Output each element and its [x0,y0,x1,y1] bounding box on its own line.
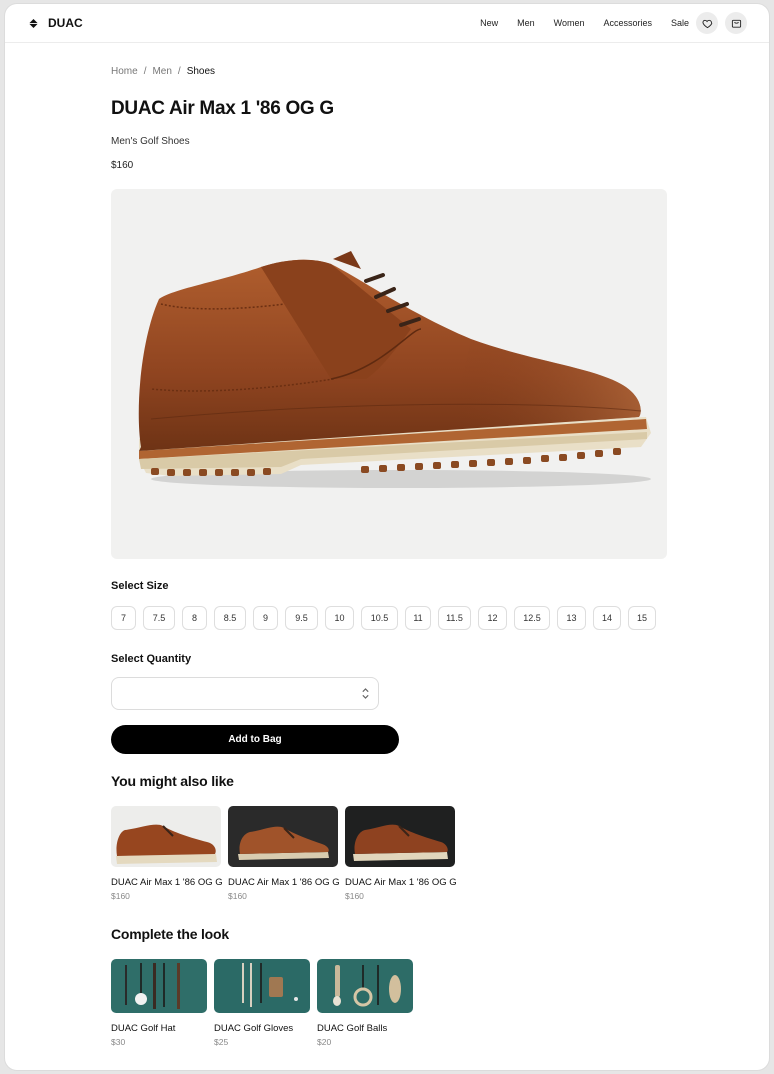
size-option[interactable]: 7.5 [143,606,175,630]
size-option[interactable]: 8.5 [214,606,246,630]
size-option[interactable]: 9.5 [285,606,318,630]
product-hero-image [111,189,667,559]
diamond-logo-icon [29,18,38,28]
size-option[interactable]: 11.5 [438,606,471,630]
breadcrumb: Home / Men / Shoes [111,66,215,77]
size-option[interactable]: 10 [325,606,354,630]
size-option[interactable]: 7 [111,606,136,630]
recommendation-card[interactable]: DUAC Air Max 1 '86 OG G $160 [228,806,340,901]
breadcrumb-home[interactable]: Home [111,66,138,77]
size-option[interactable]: 15 [628,606,656,630]
size-option[interactable]: 8 [182,606,207,630]
accessory-price: $25 [214,1037,229,1047]
accessory-thumbnail [214,959,310,1013]
stepper-arrows-icon[interactable] [361,686,370,701]
select-quantity-label: Select Quantity [111,653,192,665]
product-title: DUAC Air Max 1 '86 OG G [111,98,334,119]
breadcrumb-separator: / [177,66,181,77]
nav-link-women[interactable]: Women [554,18,585,28]
wishlist-button[interactable] [696,12,718,34]
golf-shoe-image [138,251,651,488]
nav-link-accessories[interactable]: Accessories [603,18,652,28]
recommendation-price: $160 [228,891,247,901]
accessory-thumbnail [317,959,413,1013]
accessory-name: DUAC Golf Gloves [214,1023,294,1034]
nav-links: New Men Women Accessories Sale [480,18,689,28]
accessory-price: $20 [317,1037,332,1047]
accessory-name: DUAC Golf Balls [317,1023,388,1034]
size-option[interactable]: 10.5 [361,606,398,630]
nav-link-new[interactable]: New [480,18,498,28]
add-to-bag-button[interactable]: Add to Bag [111,725,399,754]
accessory-name: DUAC Golf Hat [111,1023,176,1034]
product-thumbnail [111,806,221,867]
product-thumbnail [345,806,455,867]
recommendation-name: DUAC Air Max 1 '86 OG G [345,877,457,888]
brand-logo[interactable]: DUAC [29,16,83,30]
bag-button[interactable] [725,12,747,34]
size-option[interactable]: 13 [557,606,586,630]
recommendation-price: $160 [345,891,364,901]
complete-look-heading: Complete the look [111,926,229,942]
size-option[interactable]: 12.5 [514,606,550,630]
top-nav: DUAC New Men Women Accessories Sale [5,4,769,43]
bag-icon [731,19,741,28]
accessory-thumbnail [111,959,207,1013]
recommendation-name: DUAC Air Max 1 '86 OG G [111,877,223,888]
product-thumbnail [228,806,338,867]
accessory-card[interactable]: DUAC Golf Gloves $25 [214,959,310,1047]
size-options: 7 7.5 8 8.5 9 9.5 10 10.5 11 11.5 12 12.… [111,606,656,630]
size-option[interactable]: 12 [478,606,507,630]
product-price: $160 [111,160,134,171]
size-option[interactable]: 11 [405,606,431,630]
breadcrumb-shoes: Shoes [186,66,216,77]
select-size-label: Select Size [111,580,169,592]
nav-link-sale[interactable]: Sale [671,18,689,28]
product-subtitle: Men's Golf Shoes [111,136,190,147]
brand-name: DUAC [48,16,83,30]
product-page: DUAC New Men Women Accessories Sale Home… [5,4,769,1070]
recommendations-heading: You might also like [111,773,234,789]
size-option[interactable]: 9 [253,606,278,630]
heart-icon [702,19,712,28]
nav-link-men[interactable]: Men [517,18,535,28]
breadcrumb-separator: / [143,66,147,77]
recommendation-card[interactable]: DUAC Air Max 1 '86 OG G $160 [345,806,457,901]
recommendation-name: DUAC Air Max 1 '86 OG G [228,877,340,888]
quantity-stepper[interactable] [111,677,379,710]
recommendation-price: $160 [111,891,130,901]
breadcrumb-men[interactable]: Men [152,66,171,77]
size-option[interactable]: 14 [593,606,621,630]
recommendation-card[interactable]: DUAC Air Max 1 '86 OG G $160 [111,806,223,901]
accessory-card[interactable]: DUAC Golf Hat $30 [111,959,207,1047]
accessory-card[interactable]: DUAC Golf Balls $20 [317,959,413,1047]
accessory-price: $30 [111,1037,126,1047]
